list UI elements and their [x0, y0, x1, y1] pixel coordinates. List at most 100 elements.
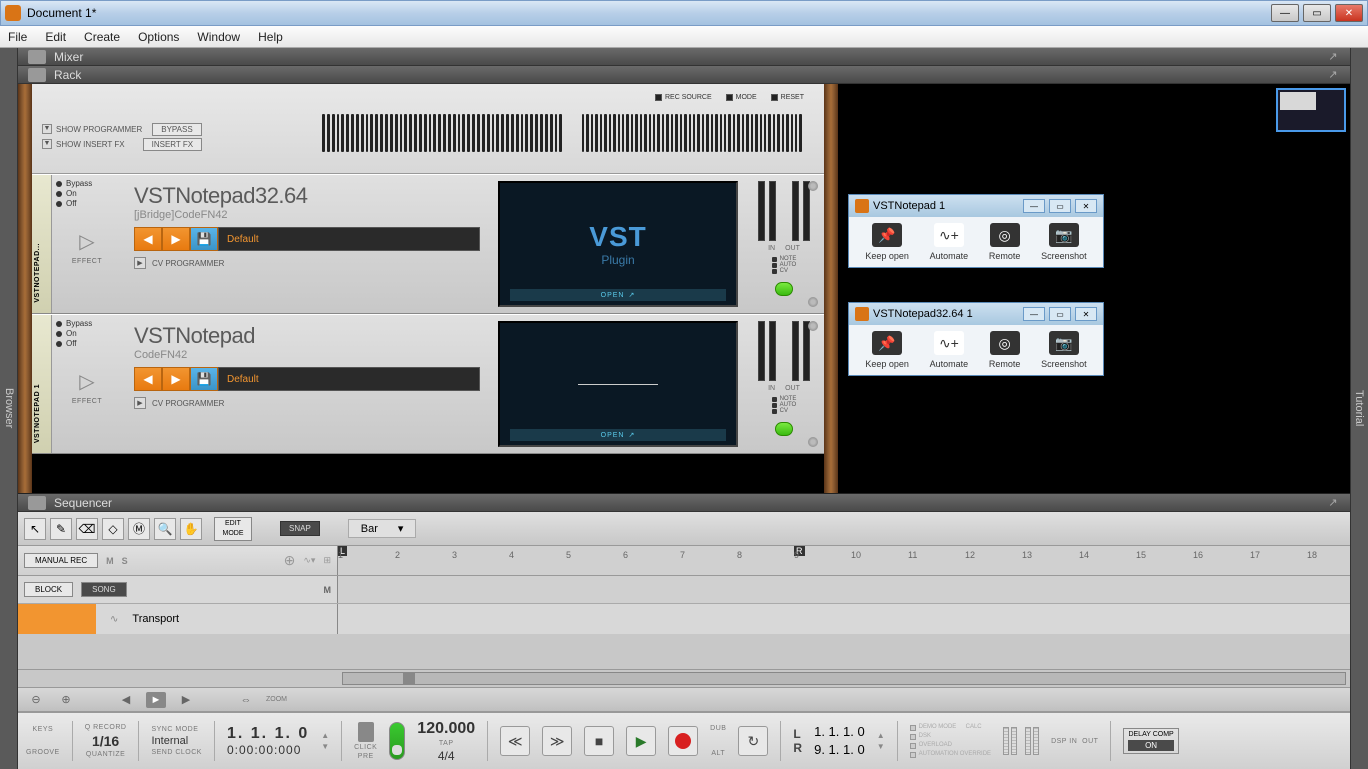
preset-save-icon[interactable]: 💾	[190, 227, 218, 251]
maximize-button[interactable]: ▭	[1303, 4, 1331, 22]
show-insertfx-toggle[interactable]: ▼	[42, 139, 52, 149]
mute-tool[interactable]: Ⓜ	[128, 518, 150, 540]
manual-rec-button[interactable]: MANUAL REC	[24, 553, 98, 568]
zoom-in-icon[interactable]: ⊕	[56, 692, 76, 708]
mixer-collapse[interactable]	[28, 50, 46, 64]
power-button[interactable]	[775, 282, 793, 296]
rewind-button[interactable]: ≪	[500, 726, 530, 756]
zoom-sel-icon[interactable]: ►	[146, 692, 166, 708]
menu-create[interactable]: Create	[84, 30, 120, 44]
preset-prev[interactable]: ◀	[134, 227, 162, 251]
device-screen[interactable]: VST Plugin OPEN↗	[498, 181, 738, 307]
preset-name[interactable]: Default	[218, 227, 480, 251]
magnify-tool[interactable]: 🔍	[154, 518, 176, 540]
screenshot-button[interactable]: 📷Screenshot	[1041, 223, 1087, 261]
menu-options[interactable]: Options	[138, 30, 179, 44]
position-display[interactable]: 1. 1. 1. 0 0:00:00:000	[227, 725, 309, 757]
remote-button[interactable]: ◎Remote	[989, 223, 1021, 261]
timeline-ruler[interactable]: L R 123456789101112131415161718	[338, 546, 1350, 575]
delay-comp-toggle[interactable]: DELAY COMPON	[1123, 728, 1178, 754]
transport-lane[interactable]	[338, 604, 1350, 634]
preset-next[interactable]: ▶	[162, 227, 190, 251]
minimize-icon[interactable]: —	[1023, 307, 1045, 321]
power-button[interactable]	[775, 422, 793, 436]
bypass-button[interactable]: BYPASS	[152, 123, 201, 136]
menu-file[interactable]: File	[8, 30, 27, 44]
effect-icon[interactable]: ▷	[72, 226, 102, 256]
expand-icon[interactable]: ↗	[1326, 496, 1340, 510]
menu-edit[interactable]: Edit	[45, 30, 66, 44]
expand-icon[interactable]: ↗	[1326, 50, 1340, 64]
preset-next[interactable]: ▶	[162, 367, 190, 391]
keep-open-button[interactable]: 📌Keep open	[865, 331, 909, 369]
cv-toggle[interactable]: ▶	[134, 397, 146, 409]
time-signature[interactable]: 4/4	[438, 749, 455, 763]
preset-prev[interactable]: ◀	[134, 367, 162, 391]
minimize-button[interactable]: —	[1271, 4, 1299, 22]
loop-button[interactable]: ↻	[738, 726, 768, 756]
eraser-tool[interactable]: ⌫	[76, 518, 98, 540]
insertfx-button[interactable]: INSERT FX	[143, 138, 203, 151]
zoom-next-icon[interactable]: ▶	[176, 692, 196, 708]
add-icon[interactable]: ⊕	[284, 552, 296, 569]
song-button[interactable]: SONG	[81, 582, 127, 597]
hand-tool[interactable]: ✋	[180, 518, 202, 540]
show-programmer-toggle[interactable]: ▼	[42, 124, 52, 134]
cv-toggle[interactable]: ▶	[134, 257, 146, 269]
rec-source-check[interactable]: REC SOURCE	[655, 94, 712, 101]
zoom-prev-icon[interactable]: ◀	[116, 692, 136, 708]
close-icon[interactable]: ✕	[1075, 199, 1097, 213]
menu-help[interactable]: Help	[258, 30, 283, 44]
mute-button[interactable]: M	[324, 585, 332, 595]
track-lane[interactable]	[338, 576, 1350, 603]
loop-down[interactable]: ▼	[877, 742, 885, 751]
edit-mode-button[interactable]: EDIT MODE	[214, 517, 252, 541]
pointer-tool[interactable]: ↖	[24, 518, 46, 540]
screenshot-button[interactable]: 📷Screenshot	[1041, 331, 1087, 369]
quantize-value[interactable]: 1/16	[92, 733, 119, 749]
loop-up[interactable]: ▲	[877, 731, 885, 740]
stop-button[interactable]: ■	[584, 726, 614, 756]
tutorial-tab[interactable]: Tutorial	[1350, 48, 1368, 769]
grid-icon[interactable]: ⊞	[323, 555, 331, 566]
pos-down[interactable]: ▼	[321, 742, 329, 751]
record-button[interactable]	[668, 726, 698, 756]
loop-display[interactable]: 1. 1. 1. 0 9. 1. 1. 0	[814, 723, 865, 759]
rack-collapse[interactable]	[28, 68, 46, 82]
close-icon[interactable]: ✕	[1075, 307, 1097, 321]
rack-header[interactable]: Rack ↗	[18, 66, 1350, 84]
wave-icon[interactable]: ∿▾	[303, 555, 315, 566]
transport-tab[interactable]	[18, 604, 96, 634]
block-button[interactable]: BLOCK	[24, 582, 73, 597]
snap-button[interactable]: SNAP	[280, 521, 320, 536]
preset-name[interactable]: Default	[218, 367, 480, 391]
menu-window[interactable]: Window	[197, 30, 240, 44]
mode-check[interactable]: MODE	[726, 94, 757, 101]
sequencer-collapse[interactable]	[28, 496, 46, 510]
metronome-icon[interactable]	[358, 722, 374, 742]
close-button[interactable]: ✕	[1335, 4, 1363, 22]
pos-up[interactable]: ▲	[321, 731, 329, 740]
reset-check[interactable]: RESET	[771, 94, 804, 101]
device-tab[interactable]: VSTNOTEPAD...	[32, 175, 52, 313]
click-level-slider[interactable]	[389, 722, 405, 760]
expand-icon[interactable]: ↗	[1326, 68, 1340, 82]
solo-label[interactable]: S	[122, 556, 128, 566]
razor-tool[interactable]: ◇	[102, 518, 124, 540]
automate-button[interactable]: ∿+Automate	[930, 223, 969, 261]
rack-minimap[interactable]	[1276, 88, 1346, 132]
device-tab[interactable]: VSTNOTEPAD 1	[32, 315, 52, 453]
play-button[interactable]: ▶	[626, 726, 656, 756]
remote-button[interactable]: ◎Remote	[989, 331, 1021, 369]
mixer-header[interactable]: Mixer ↗	[18, 48, 1350, 66]
automate-button[interactable]: ∿+Automate	[930, 331, 969, 369]
zoom-h-icon[interactable]: ⇔	[236, 692, 256, 708]
keep-open-button[interactable]: 📌Keep open	[865, 223, 909, 261]
sync-mode-select[interactable]: Internal	[151, 735, 188, 747]
browser-tab[interactable]: Browser	[0, 48, 18, 769]
device-screen[interactable]: OPEN↗	[498, 321, 738, 447]
restore-icon[interactable]: ▭	[1049, 307, 1071, 321]
mute-label[interactable]: M	[106, 556, 114, 566]
minimize-icon[interactable]: —	[1023, 199, 1045, 213]
tempo-value[interactable]: 120.000	[417, 720, 475, 738]
